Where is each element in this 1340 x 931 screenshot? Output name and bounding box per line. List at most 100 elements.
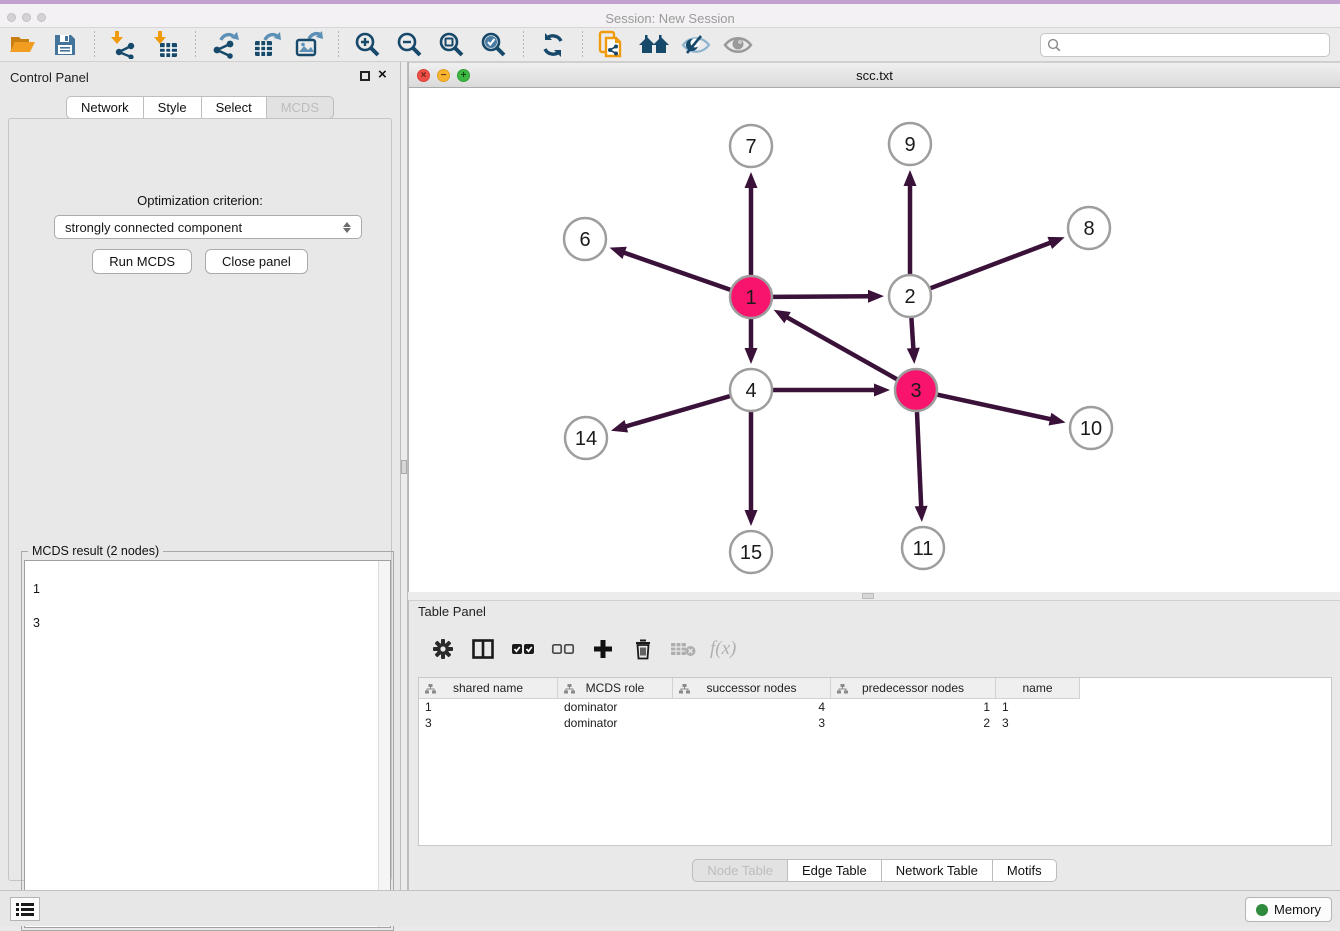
export-table-icon[interactable] xyxy=(250,30,284,60)
status-bar: Memory xyxy=(0,890,1340,926)
task-history-button[interactable] xyxy=(10,897,40,921)
deselect-all-icon[interactable] xyxy=(550,636,576,662)
mcds-result-line: 1 xyxy=(33,581,382,598)
import-table-icon[interactable] xyxy=(149,30,183,60)
network-title: scc.txt xyxy=(409,68,1340,83)
criterion-select[interactable]: strongly connected component xyxy=(54,215,362,239)
search-input[interactable] xyxy=(1040,33,1330,57)
control-panel-tabs: Network Style Select MCDS xyxy=(0,96,400,119)
tab-edge-table[interactable]: Edge Table xyxy=(788,859,882,882)
network-graph: 7968124314101511 xyxy=(409,88,1340,592)
tab-style[interactable]: Style xyxy=(144,96,202,119)
first-neighbors-icon[interactable] xyxy=(637,30,671,60)
delete-table-icon xyxy=(670,636,696,662)
column-header-shared-name[interactable]: shared name xyxy=(419,678,558,699)
graph-node-label: 9 xyxy=(904,134,915,156)
table-row[interactable]: 1 dominator 4 1 1 xyxy=(419,699,1331,715)
tab-motifs[interactable]: Motifs xyxy=(993,859,1057,882)
network-window-titlebar: × − + scc.txt xyxy=(409,62,1340,88)
function-builder-icon: f(x) xyxy=(710,636,736,662)
column-header-successor-nodes[interactable]: successor nodes xyxy=(673,678,831,699)
hierarchy-icon xyxy=(679,683,690,697)
open-file-icon[interactable] xyxy=(6,30,40,60)
toolbar-separator xyxy=(582,31,583,59)
graph-node-label: 1 xyxy=(745,287,756,309)
column-header-mcds-role[interactable]: MCDS role xyxy=(558,678,673,699)
import-network-icon[interactable] xyxy=(107,30,141,60)
export-image-icon[interactable] xyxy=(292,30,326,60)
node-table[interactable]: shared name MCDS role successor nodes pr… xyxy=(418,677,1332,846)
toolbar-separator xyxy=(523,31,524,59)
graph-node-label: 2 xyxy=(904,286,915,308)
table-row[interactable]: 3 dominator 3 2 3 xyxy=(419,715,1331,731)
cell-successor-nodes: 3 xyxy=(673,715,831,731)
criterion-value: strongly connected component xyxy=(65,220,242,235)
show-columns-icon[interactable] xyxy=(470,636,496,662)
hierarchy-icon xyxy=(837,683,848,697)
fx-label: f(x) xyxy=(710,638,736,660)
close-panel-button[interactable]: Close panel xyxy=(205,249,308,274)
result-scrollbar[interactable] xyxy=(378,561,390,927)
cell-name: 1 xyxy=(996,699,1080,715)
refresh-icon[interactable] xyxy=(536,30,570,60)
zoom-out-icon[interactable] xyxy=(393,30,427,60)
network-canvas[interactable]: 7968124314101511 xyxy=(409,88,1340,592)
network-view-window: × − + scc.txt 7968124314101511 xyxy=(408,62,1340,592)
cell-successor-nodes: 4 xyxy=(673,699,831,715)
zoom-fit-icon[interactable] xyxy=(435,30,469,60)
window-title: Session: New Session xyxy=(0,11,1340,26)
tab-network-table[interactable]: Network Table xyxy=(882,859,993,882)
search-icon xyxy=(1047,38,1061,55)
tab-select[interactable]: Select xyxy=(202,96,267,119)
hierarchy-icon xyxy=(425,683,436,697)
toolbar-separator xyxy=(338,31,339,59)
control-panel: Control Panel × Network Style Select MCD… xyxy=(0,62,400,890)
add-column-icon[interactable] xyxy=(590,636,616,662)
memory-button[interactable]: Memory xyxy=(1245,897,1332,922)
cell-predecessor-nodes: 1 xyxy=(831,699,996,715)
mcds-result-group: MCDS result (2 nodes) 1 3 xyxy=(21,551,394,931)
close-panel-icon[interactable]: × xyxy=(378,67,387,83)
clone-network-icon[interactable] xyxy=(595,30,629,60)
horizontal-splitter[interactable] xyxy=(408,592,1340,600)
tab-network[interactable]: Network xyxy=(66,96,144,119)
graph-node-label: 8 xyxy=(1083,218,1094,240)
export-network-icon[interactable] xyxy=(208,30,242,60)
graph-node-label: 6 xyxy=(579,229,590,251)
cell-shared-name: 1 xyxy=(419,699,558,715)
graph-node-label: 14 xyxy=(575,428,597,450)
graph-node-label: 15 xyxy=(740,542,762,564)
delete-column-icon[interactable] xyxy=(630,636,656,662)
run-mcds-button[interactable]: Run MCDS xyxy=(92,249,192,274)
hierarchy-icon xyxy=(564,683,575,697)
save-session-icon[interactable] xyxy=(48,30,82,60)
table-toolbar: f(x) xyxy=(418,629,1332,669)
mcds-result-title: MCDS result (2 nodes) xyxy=(28,544,163,558)
zoom-selected-icon[interactable] xyxy=(477,30,511,60)
mcds-result-box[interactable]: 1 3 xyxy=(24,560,391,928)
vertical-splitter[interactable] xyxy=(400,62,408,890)
graph-node-label: 3 xyxy=(910,380,921,402)
hide-selected-icon[interactable] xyxy=(679,30,713,60)
table-settings-gear-icon[interactable] xyxy=(430,636,456,662)
select-all-icon[interactable] xyxy=(510,636,536,662)
column-header-predecessor-nodes[interactable]: predecessor nodes xyxy=(831,678,996,699)
cell-predecessor-nodes: 2 xyxy=(831,715,996,731)
table-tabs: Node Table Edge Table Network Table Moti… xyxy=(409,859,1340,882)
control-panel-header: Control Panel × xyxy=(0,62,400,90)
search-field-wrap xyxy=(1040,33,1330,57)
tab-node-table[interactable]: Node Table xyxy=(692,859,788,882)
graph-node-label: 10 xyxy=(1080,418,1102,440)
cell-name: 3 xyxy=(996,715,1080,731)
zoom-in-icon[interactable] xyxy=(351,30,385,60)
table-panel: Table Panel × f(x) xyxy=(408,600,1340,890)
table-panel-title: Table Panel xyxy=(418,604,486,619)
column-header-name[interactable]: name xyxy=(996,678,1080,699)
table-panel-header: Table Panel × xyxy=(409,601,1340,625)
memory-status-icon xyxy=(1256,904,1268,916)
float-panel-icon[interactable] xyxy=(360,71,370,81)
window-titlebar: Session: New Session xyxy=(0,0,1340,28)
tab-mcds[interactable]: MCDS xyxy=(267,96,334,119)
toolbar-separator xyxy=(195,31,196,59)
show-all-icon[interactable] xyxy=(721,30,755,60)
